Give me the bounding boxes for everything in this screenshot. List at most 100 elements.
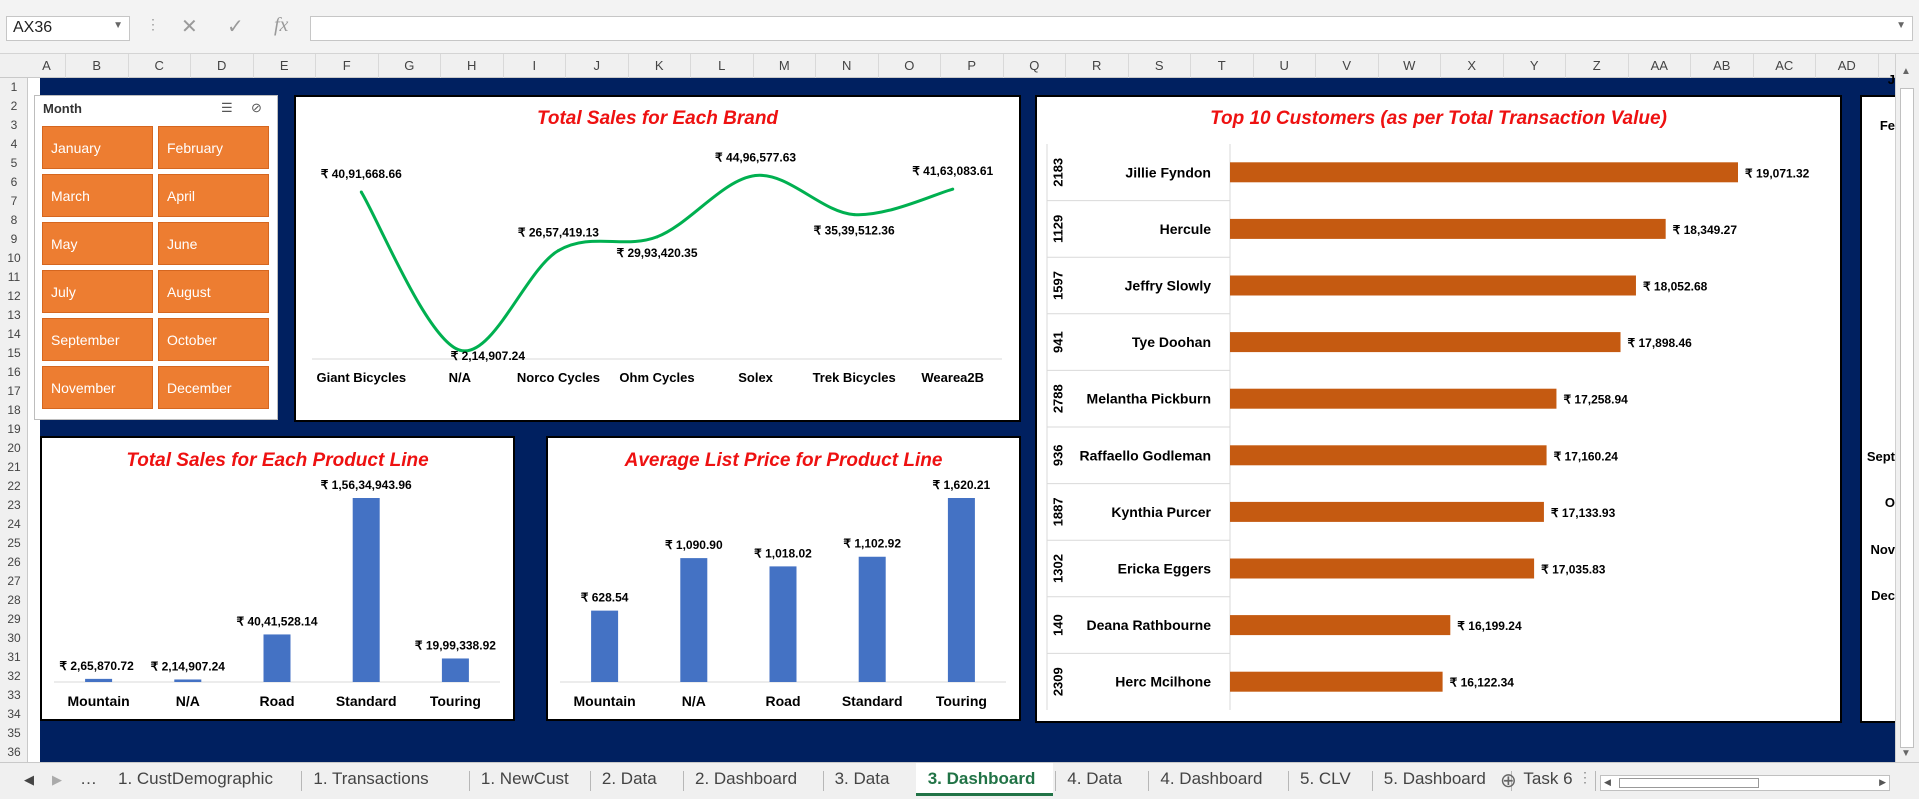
column-header[interactable]: W xyxy=(1379,54,1441,78)
clear-filter-icon[interactable]: ⊘ xyxy=(251,100,262,116)
multi-select-icon[interactable]: ☰ xyxy=(221,100,233,116)
sheet-tab[interactable]: 4. Dashboard xyxy=(1160,769,1262,789)
sheet-tab[interactable]: 1. Transactions xyxy=(313,769,428,789)
row-header[interactable]: 18 xyxy=(0,401,28,420)
insert-function-icon[interactable]: fx xyxy=(274,14,288,37)
month-button[interactable]: May xyxy=(42,222,153,265)
row-header[interactable]: 7 xyxy=(0,192,28,211)
row-header[interactable]: 6 xyxy=(0,173,28,192)
month-button[interactable]: April xyxy=(158,174,269,217)
bar[interactable] xyxy=(263,634,291,682)
data-point[interactable] xyxy=(754,174,758,178)
row-header[interactable]: 21 xyxy=(0,458,28,477)
row-header[interactable]: 11 xyxy=(0,268,28,287)
month-button[interactable]: January xyxy=(42,126,153,169)
row-header[interactable]: 20 xyxy=(0,439,28,458)
column-header[interactable]: U xyxy=(1254,54,1316,78)
bar[interactable] xyxy=(1230,445,1547,466)
bar[interactable] xyxy=(769,566,797,682)
more-options-icon[interactable]: ⋮ xyxy=(146,16,160,33)
data-point[interactable] xyxy=(951,187,955,191)
bar[interactable] xyxy=(441,658,469,682)
column-header[interactable]: N xyxy=(816,54,879,78)
column-header[interactable]: D xyxy=(191,54,254,78)
scroll-left-icon[interactable]: ◀ xyxy=(1601,776,1614,789)
sheet-tab[interactable]: 1. CustDemographic xyxy=(118,769,273,789)
column-header[interactable]: G xyxy=(379,54,441,78)
avg-list-price-chart[interactable]: Average List Price for Product Line ₹ 62… xyxy=(546,436,1021,721)
row-header[interactable]: 24 xyxy=(0,515,28,534)
month-button[interactable]: August xyxy=(158,270,269,313)
row-header[interactable]: 4 xyxy=(0,135,28,154)
column-header[interactable]: V xyxy=(1316,54,1379,78)
row-header[interactable]: 28 xyxy=(0,591,28,610)
bar[interactable] xyxy=(591,610,619,682)
column-header[interactable]: J xyxy=(566,54,629,78)
month-button[interactable]: November xyxy=(42,366,153,409)
row-header[interactable]: 15 xyxy=(0,344,28,363)
column-header[interactable]: M xyxy=(754,54,816,78)
sheet-tab[interactable]: 2. Dashboard xyxy=(695,769,797,789)
row-header[interactable]: 31 xyxy=(0,648,28,667)
more-sheets-icon[interactable]: … xyxy=(80,769,97,789)
column-header[interactable]: B xyxy=(66,54,129,78)
row-header[interactable]: 35 xyxy=(0,724,28,743)
scroll-right-icon[interactable]: ▶ xyxy=(1876,776,1889,789)
column-header[interactable]: O xyxy=(879,54,941,78)
expand-formula-icon[interactable]: ▼ xyxy=(1896,20,1906,31)
cancel-icon[interactable]: ✕ xyxy=(181,14,198,39)
row-header[interactable]: 25 xyxy=(0,534,28,553)
row-header[interactable]: 22 xyxy=(0,477,28,496)
column-header[interactable]: T xyxy=(1191,54,1254,78)
column-header[interactable]: C xyxy=(129,54,191,78)
bar[interactable] xyxy=(1230,501,1544,522)
column-header[interactable]: AC xyxy=(1754,54,1816,78)
column-header[interactable]: AD xyxy=(1816,54,1879,78)
row-header[interactable]: 16 xyxy=(0,363,28,382)
enter-icon[interactable]: ✓ xyxy=(227,14,244,39)
data-point[interactable] xyxy=(655,235,659,239)
data-point[interactable] xyxy=(852,213,856,217)
chevron-down-icon[interactable]: ▼ xyxy=(113,20,123,31)
column-header[interactable]: S xyxy=(1129,54,1191,78)
column-header[interactable]: R xyxy=(1066,54,1129,78)
row-header[interactable]: 27 xyxy=(0,572,28,591)
row-header[interactable]: 1 xyxy=(0,78,28,97)
column-header[interactable]: K xyxy=(629,54,691,78)
column-header[interactable]: L xyxy=(691,54,754,78)
row-header[interactable]: 17 xyxy=(0,382,28,401)
data-point[interactable] xyxy=(359,190,363,194)
more-options-icon[interactable]: ⋮ xyxy=(1578,769,1592,786)
sheet-tab[interactable]: 5. Dashboard xyxy=(1384,769,1486,789)
row-header[interactable]: 13 xyxy=(0,306,28,325)
row-header[interactable]: 29 xyxy=(0,610,28,629)
sheet-tab[interactable]: 5. CLV xyxy=(1300,769,1351,789)
top-customers-chart[interactable]: Top 10 Customers (as per Total Transacti… xyxy=(1035,95,1842,723)
bar[interactable] xyxy=(174,679,202,682)
row-header[interactable]: 32 xyxy=(0,667,28,686)
sheet-tab[interactable]: Task 6 xyxy=(1523,769,1572,789)
bar[interactable] xyxy=(680,558,708,682)
column-header[interactable]: A xyxy=(28,54,66,78)
row-header[interactable]: 26 xyxy=(0,553,28,572)
column-header[interactable]: Z xyxy=(1566,54,1629,78)
bar[interactable] xyxy=(1230,615,1451,636)
column-header[interactable]: X xyxy=(1441,54,1504,78)
column-header[interactable]: Y xyxy=(1504,54,1566,78)
bar[interactable] xyxy=(1230,218,1666,239)
series-line[interactable] xyxy=(360,174,954,353)
sheet-tab[interactable]: 2. Data xyxy=(602,769,657,789)
bar[interactable] xyxy=(947,498,975,682)
horizontal-scrollbar[interactable]: ◀ ▶ xyxy=(1600,775,1890,791)
row-header[interactable]: 9 xyxy=(0,230,28,249)
column-header[interactable]: I xyxy=(504,54,566,78)
data-point[interactable] xyxy=(556,249,560,253)
bar[interactable] xyxy=(1230,332,1621,353)
product-line-sales-chart[interactable]: Total Sales for Each Product Line ₹ 2,65… xyxy=(40,436,515,721)
column-header[interactable]: AA xyxy=(1629,54,1691,78)
scroll-up-icon[interactable]: ▲ xyxy=(1901,66,1911,77)
bar[interactable] xyxy=(1230,275,1636,296)
sheet-tab[interactable]: 1. NewCust xyxy=(481,769,569,789)
row-header[interactable]: 23 xyxy=(0,496,28,515)
scroll-down-icon[interactable]: ▼ xyxy=(1901,748,1911,759)
